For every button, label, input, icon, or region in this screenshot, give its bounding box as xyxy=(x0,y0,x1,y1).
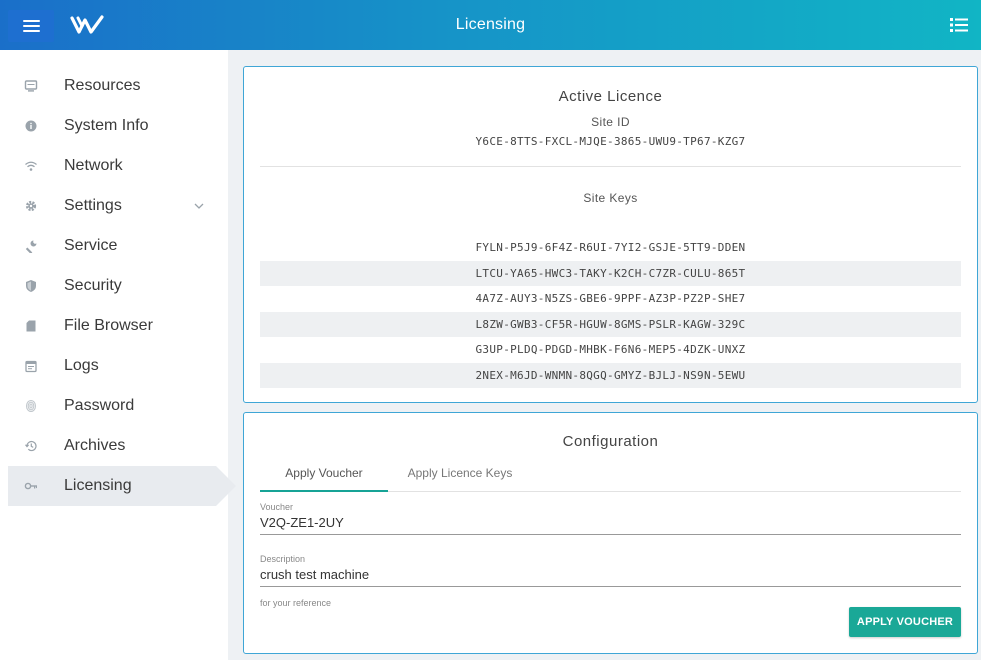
sidebar: Resources System Info Network Settings S… xyxy=(0,50,236,660)
tab-apply-licence-keys[interactable]: Apply Licence Keys xyxy=(396,464,524,492)
voucher-label: Voucher xyxy=(260,502,294,512)
sidebar-item-logs[interactable]: Logs xyxy=(0,346,228,386)
sidebar-item-archives[interactable]: Archives xyxy=(0,426,228,466)
key-icon xyxy=(24,479,38,493)
sidebar-nav: Resources System Info Network Settings S… xyxy=(0,50,236,506)
site-key-row: G3UP-PLDQ-PDGD-MHBK-F6N6-MEP5-4DZK-UNXZ xyxy=(475,343,746,356)
description-hint: for your reference xyxy=(260,598,332,608)
sidebar-item-network[interactable]: Network xyxy=(0,146,228,186)
sidebar-item-label: Settings xyxy=(64,197,122,214)
history-icon xyxy=(24,439,38,453)
sidebar-item-label: Network xyxy=(64,157,123,174)
sidebar-item-label: Resources xyxy=(64,77,141,94)
sidebar-item-system-info[interactable]: System Info xyxy=(0,106,228,146)
sidebar-item-password[interactable]: Password xyxy=(0,386,228,426)
description-input[interactable] xyxy=(260,564,961,586)
description-field: Description xyxy=(260,554,961,587)
list-icon[interactable] xyxy=(949,15,969,35)
active-licence-card: Active Licence Site ID Y6CE-8TTS-FXCL-MJ… xyxy=(243,66,978,403)
description-label: Description xyxy=(260,554,306,564)
sidebar-item-resources[interactable]: Resources xyxy=(0,66,228,106)
sidebar-item-label: System Info xyxy=(64,117,149,134)
site-id-label: Site ID xyxy=(591,115,630,129)
sidebar-item-label: Licensing xyxy=(64,477,132,494)
wifi-icon xyxy=(24,159,38,173)
sidebar-item-label: Password xyxy=(64,397,135,414)
sidebar-item-settings[interactable]: Settings xyxy=(0,186,228,226)
info-icon xyxy=(24,119,38,133)
configuration-tabs: Apply Voucher Apply Licence Keys xyxy=(260,464,961,492)
sidebar-item-label: Service xyxy=(64,237,118,254)
wrench-icon xyxy=(24,239,38,253)
chevron-down-icon[interactable] xyxy=(193,200,205,212)
sidebar-item-label: Archives xyxy=(64,437,126,454)
sidebar-item-service[interactable]: Service xyxy=(0,226,228,266)
sidebar-item-label: Logs xyxy=(64,357,99,374)
calendar-icon xyxy=(24,359,38,373)
top-bar: Licensing xyxy=(0,0,981,50)
site-key-row: FYLN-P5J9-6F4Z-R6UI-7YI2-GSJE-5TT9-DDEN xyxy=(475,241,746,254)
apply-voucher-button[interactable]: APPLY VOUCHER xyxy=(849,607,961,637)
sidebar-item-licensing[interactable]: Licensing xyxy=(8,466,236,506)
sidebar-item-file-browser[interactable]: File Browser xyxy=(0,306,228,346)
site-key-row: L8ZW-GWB3-CF5R-HGUW-8GMS-PSLR-KAGW-329C xyxy=(260,311,961,337)
active-licence-title: Active Licence xyxy=(558,88,663,105)
shield-icon xyxy=(24,279,38,293)
sidebar-item-label: File Browser xyxy=(64,317,153,334)
site-keys-list: FYLN-P5J9-6F4Z-R6UI-7YI2-GSJE-5TT9-DDEN … xyxy=(260,235,961,388)
divider xyxy=(260,166,961,167)
sidebar-item-security[interactable]: Security xyxy=(0,266,228,306)
site-id-value: Y6CE-8TTS-FXCL-MJQE-3865-UWU9-TP67-KZG7 xyxy=(475,135,746,148)
configuration-title: Configuration xyxy=(562,433,659,450)
gear-icon xyxy=(24,199,38,213)
site-keys-label: Site Keys xyxy=(583,191,638,205)
sidebar-item-label: Security xyxy=(64,277,122,294)
site-key-row: 4A7Z-AUY3-N5ZS-GBE6-9PPF-AZ3P-PZ2P-SHE7 xyxy=(475,292,746,305)
tab-apply-voucher[interactable]: Apply Voucher xyxy=(260,464,388,492)
configuration-card: Configuration Apply Voucher Apply Licenc… xyxy=(243,412,978,654)
fingerprint-icon xyxy=(24,399,38,413)
voucher-field: Voucher xyxy=(260,502,961,535)
file-icon xyxy=(24,319,38,333)
site-key-row: 2NEX-M6JD-WNMN-8QGQ-GMYZ-BJLJ-NS9N-5EWU xyxy=(260,362,961,388)
page-title: Licensing xyxy=(455,16,526,33)
voucher-input[interactable] xyxy=(260,512,961,534)
site-key-row: LTCU-YA65-HWC3-TAKY-K2CH-C7ZR-CULU-865T xyxy=(260,260,961,286)
monitor-icon xyxy=(24,79,38,93)
